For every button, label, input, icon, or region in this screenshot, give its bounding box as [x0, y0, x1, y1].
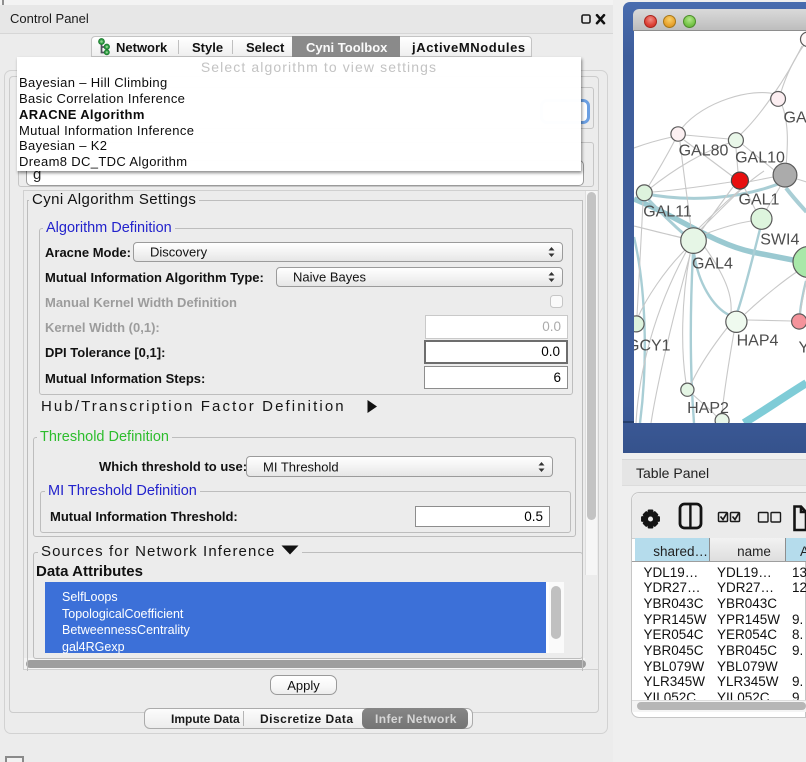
svg-text:GAL11: GAL11: [643, 204, 692, 221]
svg-text:SWI4: SWI4: [760, 232, 799, 249]
svg-text:HAP2: HAP2: [687, 400, 729, 417]
svg-text:GAL4: GAL4: [692, 256, 733, 273]
svg-text:GAL7: GAL7: [783, 110, 806, 127]
svg-text:GAL80: GAL80: [678, 143, 728, 160]
svg-text:GCY1: GCY1: [634, 338, 671, 355]
svg-text:GAL10: GAL10: [735, 150, 785, 167]
svg-text:HAP4: HAP4: [736, 333, 778, 350]
svg-text:GAL1: GAL1: [738, 192, 779, 209]
svg-text:YJ: YJ: [798, 340, 806, 357]
